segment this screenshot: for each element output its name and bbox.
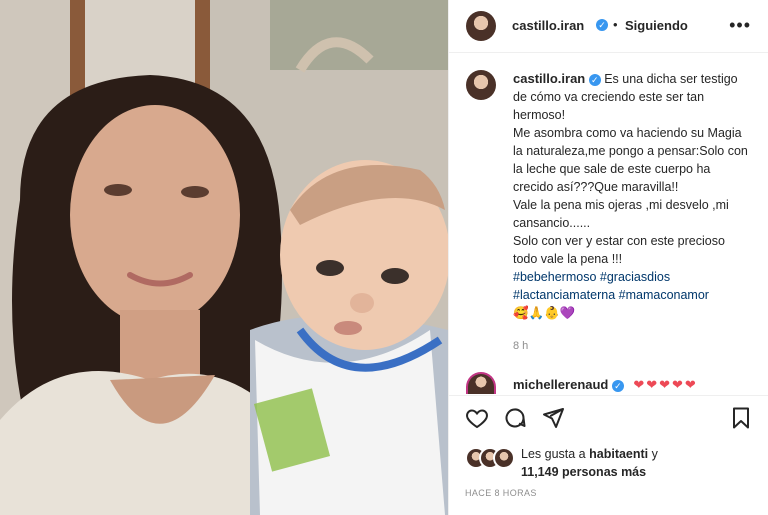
post-caption: castillo.iran ✓ Es una dicha ser testigo… xyxy=(513,70,749,322)
instagram-post: castillo.iran ✓ • Siguiendo ••• castillo… xyxy=(0,0,768,515)
heart-icon[interactable] xyxy=(465,406,489,430)
comment-text: ❤❤❤❤❤ xyxy=(633,377,698,392)
likes-suffix: y xyxy=(651,447,658,461)
comment: michellerenaud ✓ ❤❤❤❤❤ xyxy=(513,377,698,393)
verified-icon: ✓ xyxy=(596,19,608,31)
hashtag-link[interactable]: #mamaconamor xyxy=(619,288,709,302)
likes-summary: Les gusta a habitaenti y 11,149 personas… xyxy=(521,445,658,481)
following-button[interactable]: Siguiendo xyxy=(625,18,688,33)
verified-icon: ✓ xyxy=(611,379,624,392)
action-bar xyxy=(449,395,768,440)
likes-prefix: Les gusta a xyxy=(521,447,586,461)
comment-icon[interactable] xyxy=(503,406,527,430)
photo-illustration xyxy=(0,0,448,515)
liker-avatar[interactable] xyxy=(493,447,515,469)
caption-timestamp[interactable]: 8 h xyxy=(513,340,528,352)
post-header: castillo.iran ✓ • Siguiendo ••• xyxy=(449,0,768,53)
caption-line: Vale la pena mis ojeras ,mi desvelo ,mi … xyxy=(513,198,729,230)
post-time-ago[interactable]: HACE 8 HORAS xyxy=(465,488,537,498)
hashtag-link[interactable]: #graciasdios xyxy=(600,270,670,284)
more-options-icon[interactable]: ••• xyxy=(729,15,751,36)
commenter-username[interactable]: michellerenaud xyxy=(513,377,608,392)
author-avatar[interactable] xyxy=(466,11,496,41)
likes-others[interactable]: 11,149 personas más xyxy=(521,465,646,479)
hashtag-link[interactable]: #bebehermoso xyxy=(513,270,596,284)
commenter-avatar[interactable] xyxy=(466,372,496,394)
caption-line: Solo con ver y estar con este precioso t… xyxy=(513,234,725,266)
separator-dot: • xyxy=(613,17,618,32)
post-sidebar: castillo.iran ✓ • Siguiendo ••• castillo… xyxy=(448,0,768,515)
hashtag-link[interactable]: #lactanciamaterna xyxy=(513,288,615,302)
author-username[interactable]: castillo.iran xyxy=(512,18,584,33)
liker-username[interactable]: habitaenti xyxy=(589,447,648,461)
caption-emojis: 🥰🙏👶💜 xyxy=(513,306,576,320)
caption-avatar[interactable] xyxy=(466,70,496,100)
caption-line: Me asombra como va haciendo su Magia la … xyxy=(513,126,748,194)
post-photo[interactable] xyxy=(0,0,448,515)
verified-icon: ✓ xyxy=(588,73,601,86)
share-icon[interactable] xyxy=(541,406,565,430)
bookmark-icon[interactable] xyxy=(729,406,753,430)
caption-username[interactable]: castillo.iran xyxy=(513,71,585,86)
